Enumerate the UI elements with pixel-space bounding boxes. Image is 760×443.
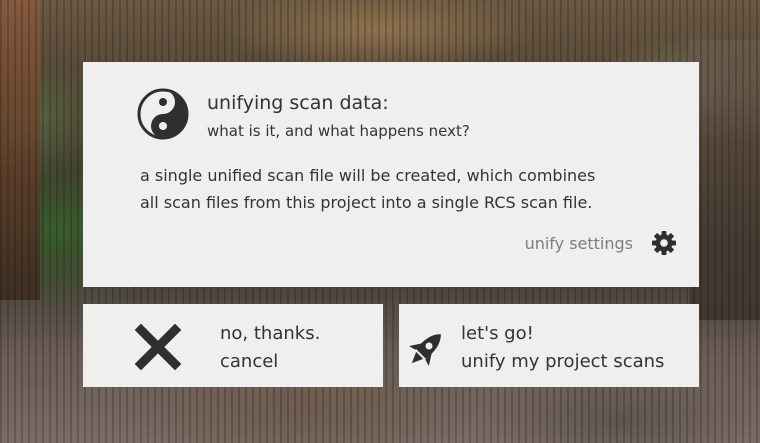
info-panel: unifying scan data: what is it, and what… bbox=[83, 62, 699, 287]
close-x-icon bbox=[135, 324, 181, 370]
app-screen: unifying scan data: what is it, and what… bbox=[0, 0, 760, 443]
rocket-icon bbox=[409, 334, 441, 366]
unify-button-line-1: let's go! bbox=[461, 323, 534, 344]
unify-button-line-2: unify my project scans bbox=[461, 351, 665, 372]
cancel-button-text: no, thanks. cancel bbox=[220, 320, 320, 376]
info-description-line-1: a single unified scan file will be creat… bbox=[140, 166, 596, 185]
info-title: unifying scan data: bbox=[207, 92, 389, 114]
cancel-button[interactable]: no, thanks. cancel bbox=[83, 304, 383, 387]
cancel-button-line-1: no, thanks. bbox=[220, 323, 321, 344]
unify-settings-link[interactable]: unify settings bbox=[525, 230, 677, 256]
info-description: a single unified scan file will be creat… bbox=[140, 162, 680, 216]
info-description-line-2: all scan files from this project into a … bbox=[140, 193, 593, 212]
background-wall-right bbox=[690, 40, 760, 320]
unify-settings-label[interactable]: unify settings bbox=[525, 234, 633, 253]
background-wall-left bbox=[0, 0, 40, 300]
gear-icon[interactable] bbox=[651, 230, 677, 256]
yin-yang-icon bbox=[137, 88, 189, 140]
unify-button-text: let's go! unify my project scans bbox=[461, 320, 664, 376]
info-subtitle: what is it, and what happens next? bbox=[207, 122, 470, 140]
unify-button[interactable]: let's go! unify my project scans bbox=[399, 304, 699, 387]
cancel-button-line-2: cancel bbox=[220, 351, 279, 372]
